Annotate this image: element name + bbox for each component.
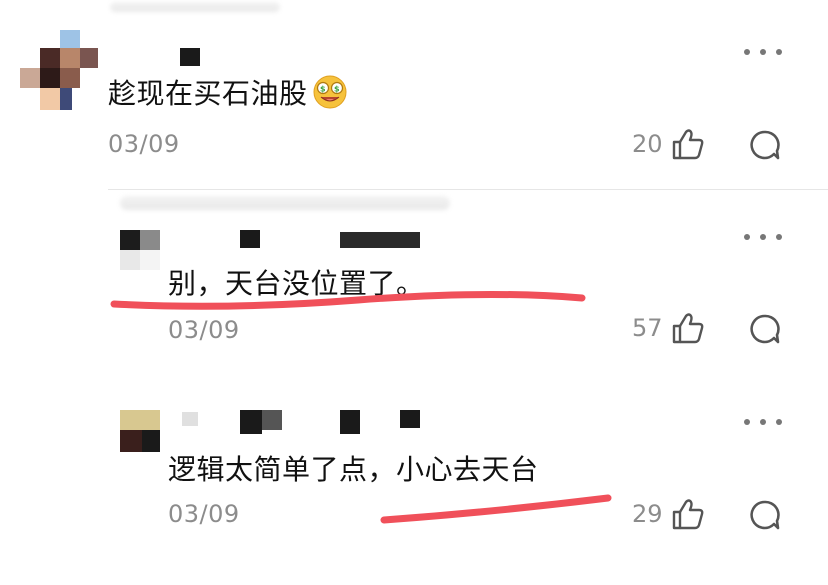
reply-comment-icon[interactable] <box>748 128 782 162</box>
more-dot-icon <box>776 419 782 425</box>
like-button[interactable]: 57 <box>632 312 705 344</box>
more-options-button[interactable] <box>744 230 782 244</box>
hot-face-money-emoji-icon: $ $ <box>312 74 348 117</box>
more-dot-icon <box>776 234 782 240</box>
reply-comment-icon[interactable] <box>748 312 782 346</box>
avatar[interactable] <box>120 230 162 272</box>
like-count: 57 <box>632 314 663 342</box>
more-dot-icon <box>760 234 766 240</box>
comment-text: 趁现在买石油股 $ $ <box>108 72 348 117</box>
comment-date: 03/09 <box>108 130 180 158</box>
reply-item: 逻辑太简单了点，小心去天台 03/09 29 <box>0 372 828 585</box>
more-dot-icon <box>744 49 750 55</box>
blurred-quote-strip <box>120 196 450 210</box>
more-dot-icon <box>760 419 766 425</box>
more-options-button[interactable] <box>744 415 782 429</box>
avatar[interactable] <box>20 30 100 110</box>
more-dot-icon <box>776 49 782 55</box>
comment-text: 逻辑太简单了点，小心去天台 <box>168 453 539 486</box>
thumbs-up-icon <box>672 499 703 530</box>
like-count: 29 <box>632 500 663 528</box>
svg-text:$: $ <box>319 84 325 93</box>
thumbs-up-icon <box>672 313 703 344</box>
reply-comment-icon[interactable] <box>748 498 782 532</box>
thumbs-up-icon <box>672 129 703 160</box>
more-dot-icon <box>744 419 750 425</box>
reply-item: 别，天台没位置了。 03/09 57 <box>0 190 828 372</box>
like-button[interactable]: 29 <box>632 498 705 530</box>
like-button[interactable]: 20 <box>632 128 705 160</box>
more-dot-icon <box>760 49 766 55</box>
comment-date: 03/09 <box>168 500 240 528</box>
red-underline-annotation <box>110 290 586 310</box>
more-options-button[interactable] <box>744 45 782 59</box>
avatar[interactable] <box>120 410 160 452</box>
like-count: 20 <box>632 130 663 158</box>
comment-date: 03/09 <box>168 316 240 344</box>
svg-text:$: $ <box>333 84 339 93</box>
comment-item: 趁现在买石油股 $ $ 03/09 20 <box>0 0 828 190</box>
more-dot-icon <box>744 234 750 240</box>
red-underline-annotation <box>380 494 612 524</box>
